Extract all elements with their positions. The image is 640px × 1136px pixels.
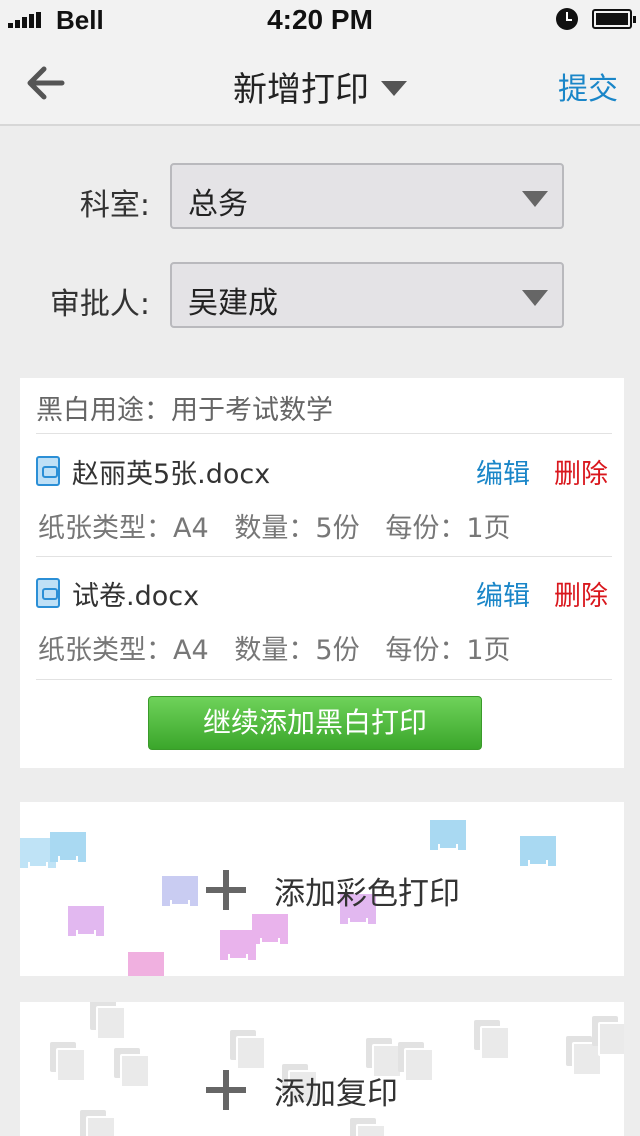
copy-doc-icon [230,1030,266,1070]
document-icon [36,578,60,608]
bw-print-card: 黑白用途：用于考试数学 赵丽英5张.docx 编辑 删除 纸张类型：A4 数量：… [20,378,624,768]
printer-icon [430,820,466,850]
copy-doc-icon [366,1038,402,1078]
printer-icon [50,832,86,862]
add-color-print-card[interactable]: 添加彩色打印 [20,802,624,976]
printer-icon [162,876,198,906]
copy-doc-icon [80,1110,116,1136]
copy-doc-icon [474,1020,510,1060]
file-meta: 纸张类型：A4 数量：5份 每份：1页 [38,635,511,666]
printer-icon [68,906,104,936]
department-value: 总务 [188,187,248,222]
file-meta: 纸张类型：A4 数量：5份 每份：1页 [38,513,511,544]
file-name: 试卷.docx [72,581,200,612]
department-select[interactable]: 总务 [170,163,564,229]
copy-doc-icon [114,1048,150,1088]
document-icon [36,456,60,486]
file-name: 赵丽英5张.docx [72,459,271,490]
file-item: 赵丽英5张.docx 编辑 删除 纸张类型：A4 数量：5份 每份：1页 [36,436,610,546]
approver-value: 吴建成 [188,286,278,321]
file-item: 试卷.docx 编辑 删除 纸张类型：A4 数量：5份 每份：1页 [36,558,610,668]
printer-icon [252,914,288,944]
printer-icon [128,952,164,976]
battery-icon [592,9,636,29]
nav-bar: 新增打印 提交 [0,40,640,126]
chevron-down-icon [522,191,548,207]
add-copy-card[interactable]: 添加复印 [20,1002,624,1136]
status-time: 4:20 PM [267,4,373,35]
divider [36,556,612,557]
status-bar: Bell 4:20 PM [0,0,640,40]
copy-doc-icon [566,1036,602,1076]
department-label: 科室: [79,188,150,223]
chevron-down-icon [522,290,548,306]
delete-file-button[interactable]: 删除 [554,452,608,491]
printer-icon [220,930,256,960]
plus-icon [206,870,246,910]
copy-doc-icon [350,1118,386,1136]
alarm-icon [556,8,578,30]
add-color-print-label: 添加彩色打印 [274,875,460,912]
bw-usage-text: 黑白用途：用于考试数学 [36,395,333,426]
add-bw-print-button[interactable]: 继续添加黑白打印 [148,696,482,750]
page-title[interactable]: 新增打印 [0,62,640,111]
dropdown-triangle-icon [381,81,407,96]
approver-label: 审批人: [49,287,150,322]
printer-icon [520,836,556,866]
divider [36,433,612,434]
edit-file-button[interactable]: 编辑 [476,452,530,491]
add-copy-label: 添加复印 [274,1075,398,1112]
approver-select[interactable]: 吴建成 [170,262,564,328]
submit-button[interactable]: 提交 [558,64,618,108]
copy-doc-icon [90,1002,126,1040]
delete-file-button[interactable]: 删除 [554,574,608,613]
add-color-row: 添加彩色打印 [206,866,460,914]
edit-file-button[interactable]: 编辑 [476,574,530,613]
copy-doc-icon [50,1042,86,1082]
page-title-text: 新增打印 [233,70,369,110]
copy-doc-icon [398,1042,434,1082]
plus-icon [206,1070,246,1110]
divider [36,679,612,680]
copy-doc-icon [592,1016,624,1056]
add-copy-row: 添加复印 [206,1066,398,1114]
